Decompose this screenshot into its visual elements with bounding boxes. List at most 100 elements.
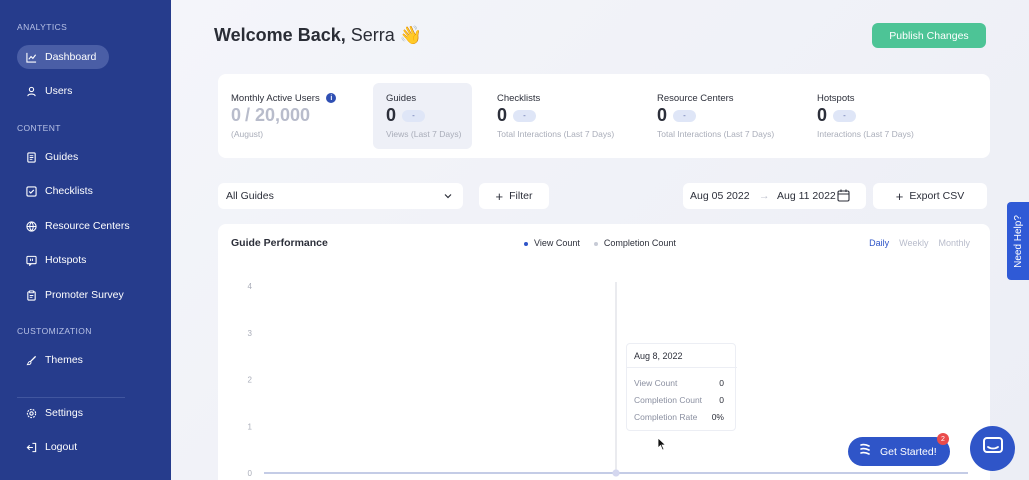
stat-label: Checklists	[497, 93, 541, 104]
sidebar-item-label: Settings	[45, 407, 83, 419]
notification-badge: 2	[937, 433, 949, 445]
sidebar-item-label: Logout	[45, 441, 78, 453]
arrow-right-icon: →	[759, 190, 770, 202]
tooltip-row: Completion Count 0	[634, 395, 724, 405]
guides-select-value: All Guides	[226, 190, 274, 202]
stat-number: 0	[386, 105, 397, 125]
sidebar-item-label: Promoter Survey	[45, 289, 124, 301]
filter-button[interactable]: + Filter	[479, 183, 549, 209]
tooltip-label: Completion Rate	[634, 412, 698, 422]
change-pill: -	[673, 109, 697, 122]
wave-emoji: 👋	[399, 25, 423, 45]
main-content: Welcome Back, Serra 👋 Publish Changes Mo…	[171, 0, 1029, 480]
sidebar-item-settings[interactable]: Settings	[17, 401, 167, 425]
y-tick-label: 2	[248, 376, 253, 385]
stat-guides[interactable]: Guides 0 - Views (Last 7 Days)	[373, 83, 472, 149]
plus-icon: +	[895, 188, 904, 204]
globe-icon	[25, 220, 37, 232]
stat-value: 0 -	[657, 105, 697, 126]
user-name: Serra	[350, 25, 395, 45]
stat-value: 0 -	[386, 105, 426, 126]
date-from[interactable]: Aug 05 2022	[690, 190, 750, 202]
date-to[interactable]: Aug 11 2022	[777, 190, 836, 202]
get-started-label: Get Started!	[880, 445, 937, 458]
sidebar-item-hotspots[interactable]: Hotspots	[17, 248, 167, 272]
logout-icon	[25, 441, 37, 453]
stat-resource-centers[interactable]: Resource Centers 0 - Total Interactions …	[644, 74, 794, 158]
stat-sub: Total Interactions (Last 7 Days)	[657, 129, 775, 139]
sidebar-divider	[17, 397, 125, 398]
y-tick-label: 4	[248, 282, 253, 291]
stat-label: Monthly Active Users i	[231, 93, 337, 104]
sidebar-item-promoter-survey[interactable]: Promoter Survey	[17, 283, 167, 307]
section-customization: CUSTOMIZATION	[17, 326, 92, 336]
publish-changes-button[interactable]: Publish Changes	[872, 23, 986, 48]
user-icon	[25, 85, 37, 97]
sidebar-item-resource-centers[interactable]: Resource Centers	[17, 214, 167, 238]
change-pill: -	[833, 109, 857, 122]
tooltip-value: 0	[719, 378, 724, 388]
stat-label: Resource Centers	[657, 93, 734, 104]
info-icon[interactable]: i	[326, 93, 337, 104]
calendar-icon[interactable]	[837, 189, 850, 205]
chat-launcher-button[interactable]	[970, 426, 1015, 471]
change-pill: -	[513, 109, 537, 122]
stat-value: 0 -	[497, 105, 537, 126]
stat-value: 0 -	[817, 105, 857, 126]
sidebar-item-themes[interactable]: Themes	[17, 348, 167, 372]
mouse-pointer-icon	[657, 437, 667, 456]
stat-sub: Total Interactions (Last 7 Days)	[497, 129, 615, 139]
stat-label-text: Monthly Active Users	[231, 93, 320, 104]
tooltip-row: View Count 0	[634, 378, 724, 388]
stat-sub: Views (Last 7 Days)	[386, 129, 462, 139]
message-square-icon	[25, 254, 37, 266]
stats-card: Monthly Active Users i 0 / 20,000 (Augus…	[218, 74, 990, 158]
change-pill: -	[402, 109, 426, 122]
get-started-button[interactable]: Get Started!	[848, 437, 950, 466]
sidebar-item-label: Users	[45, 85, 73, 97]
date-range-picker[interactable]: Aug 05 2022 → Aug 11 2022	[683, 183, 866, 209]
document-icon	[25, 151, 37, 163]
sidebar-item-checklists[interactable]: Checklists	[17, 179, 167, 203]
y-tick-label: 3	[248, 329, 253, 338]
mau-total: / 20,000	[245, 105, 311, 125]
chat-icon	[982, 436, 1004, 461]
export-csv-button[interactable]: + Export CSV	[873, 183, 987, 209]
checkbox-icon	[25, 185, 37, 197]
clipboard-icon	[25, 289, 37, 301]
sidebar-item-label: Themes	[45, 354, 83, 366]
sidebar-item-label: Resource Centers	[45, 220, 130, 232]
tooltip-date: Aug 8, 2022	[634, 351, 683, 361]
page-title: Welcome Back, Serra 👋	[214, 25, 422, 46]
section-analytics: ANALYTICS	[17, 22, 68, 32]
sidebar-item-dashboard[interactable]: Dashboard	[17, 45, 109, 69]
need-help-label: Need Help?	[1012, 214, 1024, 268]
stat-value: 0 / 20,000	[231, 105, 310, 126]
rocket-icon	[860, 443, 870, 460]
filter-label: Filter	[509, 190, 533, 202]
paint-brush-icon	[25, 354, 37, 366]
chart-tooltip: Aug 8, 2022 View Count 0 Completion Coun…	[626, 343, 737, 431]
mau-value: 0	[231, 105, 242, 125]
stat-sub: (August)	[231, 129, 264, 139]
y-tick-label: 1	[248, 422, 253, 431]
sidebar-item-label: Checklists	[45, 185, 93, 197]
need-help-tab[interactable]: Need Help?	[1007, 202, 1029, 280]
sidebar-item-label: Guides	[45, 151, 79, 163]
sidebar-item-label: Dashboard	[45, 51, 97, 63]
sidebar-item-guides[interactable]: Guides	[17, 145, 167, 169]
stat-number: 0	[817, 105, 828, 125]
y-tick-label: 0	[248, 469, 253, 478]
tooltip-row: Completion Rate 0%	[634, 412, 724, 422]
sidebar-item-users[interactable]: Users	[17, 79, 167, 103]
sidebar: ANALYTICS Dashboard Users CONTENT Guides…	[0, 0, 171, 480]
stat-checklists[interactable]: Checklists 0 - Total Interactions (Last …	[484, 74, 634, 158]
tooltip-label: Completion Count	[634, 395, 703, 405]
data-point	[612, 469, 620, 477]
stat-number: 0	[657, 105, 668, 125]
guides-select[interactable]: All Guides	[218, 183, 463, 209]
sidebar-item-label: Hotspots	[45, 254, 87, 266]
gear-icon	[25, 407, 37, 419]
stat-hotspots[interactable]: Hotspots 0 - Interactions (Last 7 Days)	[804, 74, 954, 158]
sidebar-item-logout[interactable]: Logout	[17, 435, 167, 459]
